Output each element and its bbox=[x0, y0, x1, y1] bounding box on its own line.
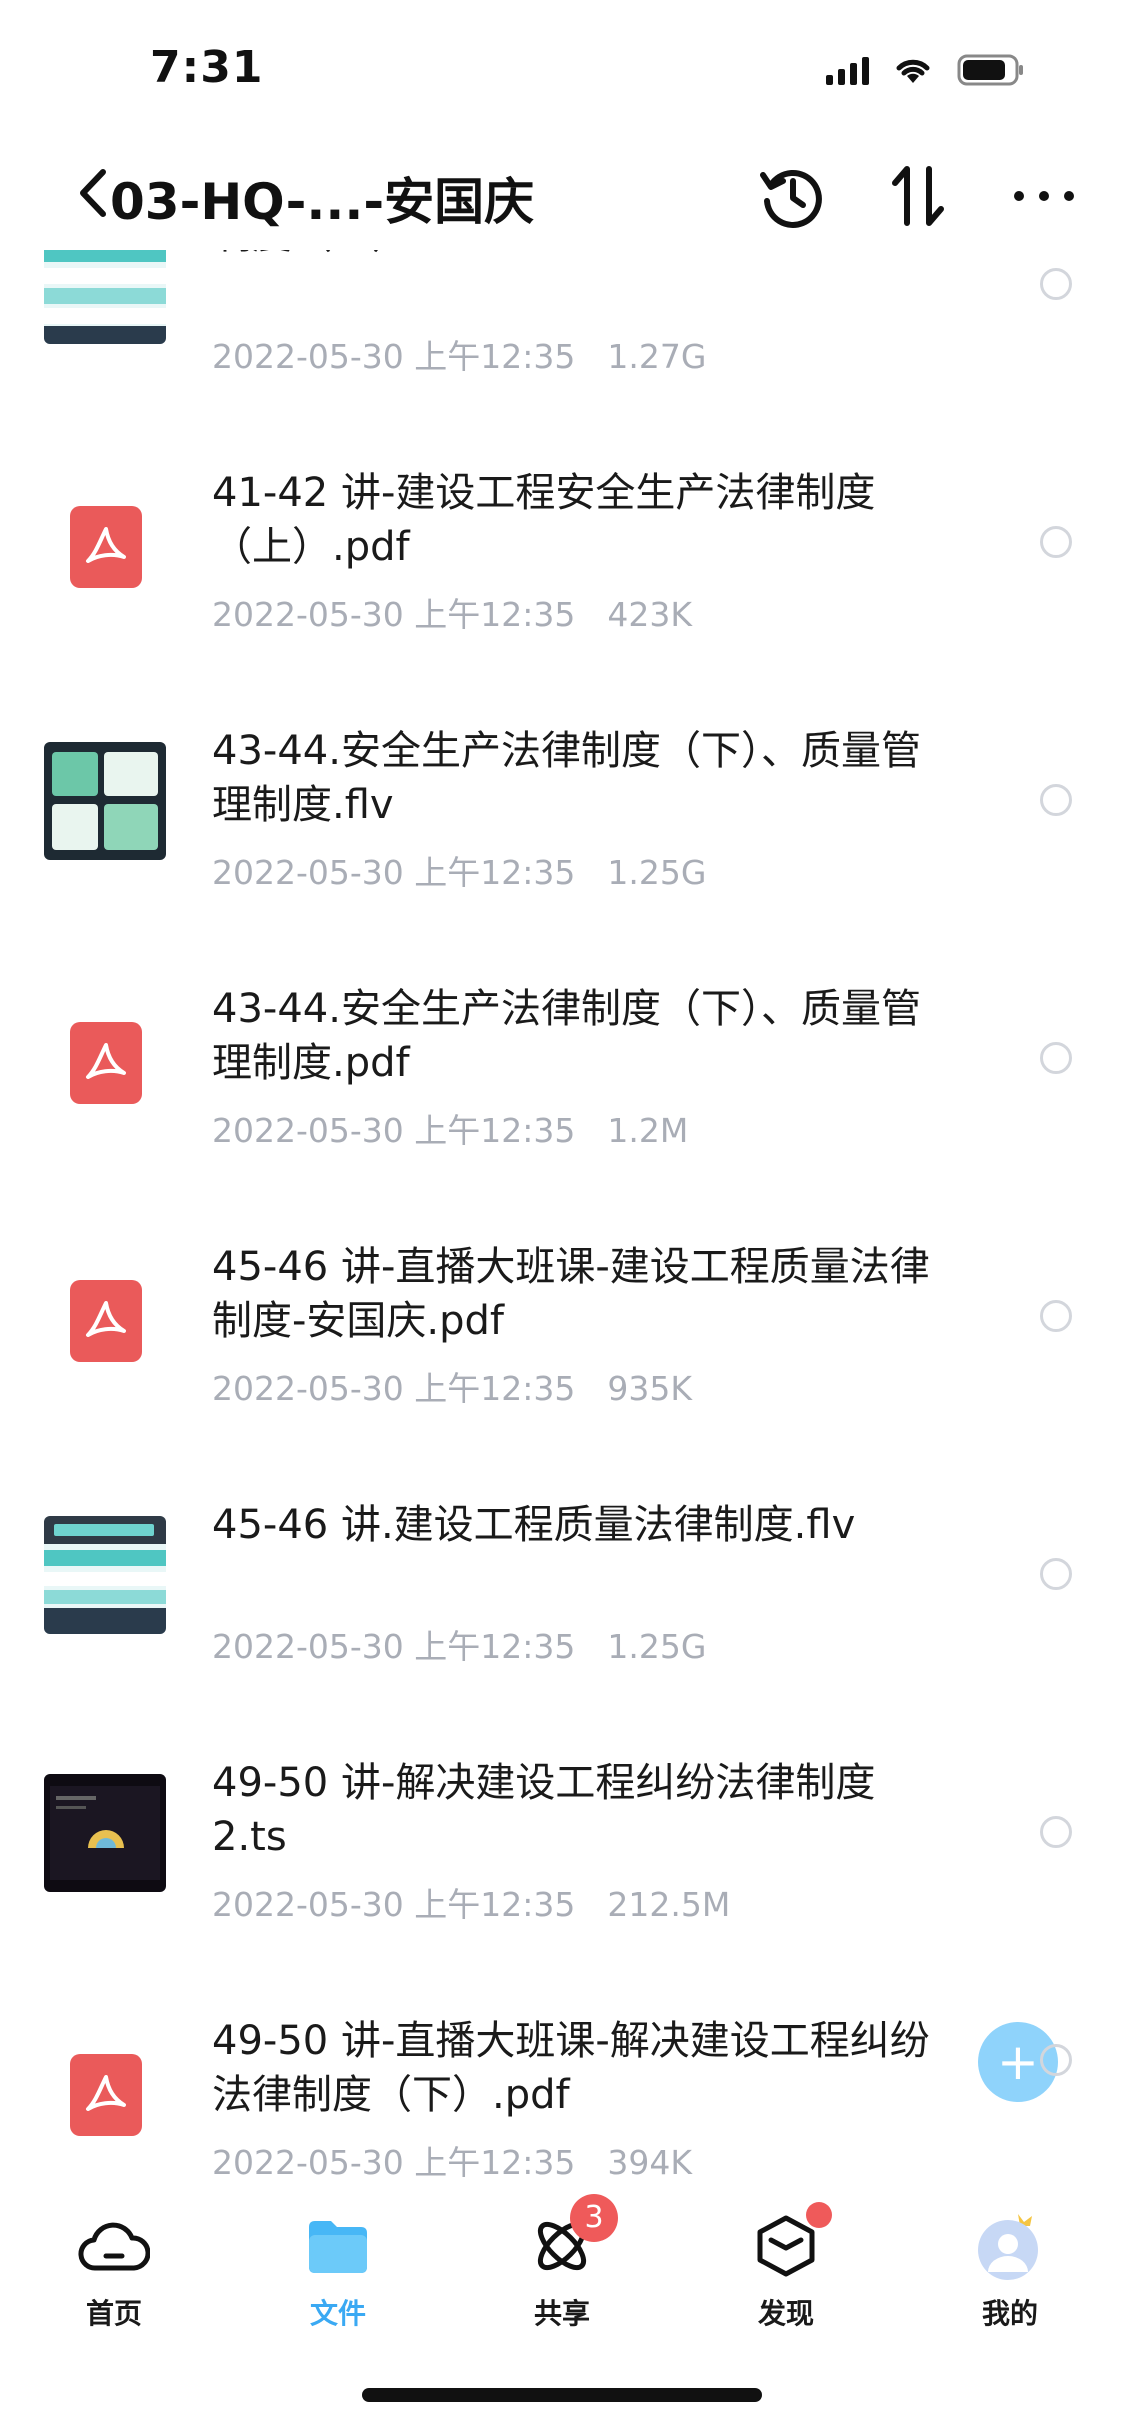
video-thumbnail bbox=[44, 250, 166, 344]
page-title: 03-HQ-...-安国庆 bbox=[110, 173, 535, 231]
file-date: 2022-05-30 上午12:35 bbox=[212, 337, 576, 376]
select-radio[interactable] bbox=[1040, 1300, 1072, 1332]
select-radio[interactable] bbox=[1040, 784, 1072, 816]
file-list-inner: 制度（上）.flv 2022-05-30 上午12:35 1.27G 41-42 … bbox=[0, 250, 1125, 2180]
file-size: 394K bbox=[607, 2143, 693, 2180]
status-icons bbox=[826, 52, 1025, 88]
plus-icon: + bbox=[997, 2033, 1039, 2091]
cellular-signal-icon bbox=[826, 55, 869, 85]
file-date: 2022-05-30 上午12:35 bbox=[212, 853, 576, 892]
tab-discover[interactable]: 发现 bbox=[706, 2202, 866, 2350]
file-date: 2022-05-30 上午12:35 bbox=[212, 1627, 576, 1666]
file-meta: 2022-05-30 上午12:35 935K bbox=[212, 1362, 692, 1410]
select-radio[interactable] bbox=[1040, 526, 1072, 558]
file-row[interactable]: 43-44.安全生产法律制度（下）、质量管理制度.pdf 2022-05-30 … bbox=[0, 914, 1125, 1172]
tab-me[interactable]: 我的 bbox=[930, 2210, 1090, 2350]
file-meta: 2022-05-30 上午12:35 212.5M bbox=[212, 1878, 730, 1926]
tab-label: 文件 bbox=[309, 2297, 366, 2330]
pdf-icon bbox=[70, 1280, 142, 1362]
file-meta: 2022-05-30 上午12:35 394K bbox=[212, 2136, 692, 2180]
cloud-icon bbox=[78, 2210, 150, 2282]
tab-home[interactable]: 首页 bbox=[34, 2210, 194, 2350]
file-date: 2022-05-30 上午12:35 bbox=[212, 1885, 576, 1924]
file-name: 43-44.安全生产法律制度（下）、质量管理制度.pdf bbox=[212, 986, 921, 1086]
home-indicator[interactable] bbox=[362, 2388, 762, 2402]
pdf-icon bbox=[70, 506, 142, 588]
more-icon[interactable] bbox=[1004, 156, 1084, 236]
pdf-icon bbox=[70, 1022, 142, 1104]
status-bar: 7:31 bbox=[0, 0, 1125, 140]
file-size: 212.5M bbox=[607, 1885, 731, 1924]
status-time: 7:31 bbox=[150, 42, 264, 93]
tab-label: 发现 bbox=[757, 2297, 814, 2330]
battery-icon bbox=[957, 54, 1023, 86]
file-name: 45-46 讲-直播大班课-建设工程质量法律制度-安国庆.pdf bbox=[212, 1244, 930, 1344]
file-date: 2022-05-30 上午12:35 bbox=[212, 1369, 576, 1408]
video-thumbnail bbox=[44, 742, 166, 860]
tab-files[interactable]: 文件 bbox=[258, 2210, 418, 2350]
file-meta: 2022-05-30 上午12:35 1.25G bbox=[212, 846, 706, 894]
file-name: 43-44.安全生产法律制度（下）、质量管理制度.flv bbox=[212, 728, 921, 828]
file-meta: 2022-05-30 上午12:35 1.2M bbox=[212, 1104, 688, 1152]
file-row[interactable]: 制度（上）.flv 2022-05-30 上午12:35 1.27G bbox=[0, 250, 1125, 398]
file-size: 1.25G bbox=[607, 1627, 707, 1666]
file-date: 2022-05-30 上午12:35 bbox=[212, 595, 576, 634]
file-row[interactable]: 43-44.安全生产法律制度（下）、质量管理制度.flv 2022-05-30 … bbox=[0, 656, 1125, 914]
video-thumbnail bbox=[44, 1774, 166, 1892]
file-meta: 2022-05-30 上午12:35 1.27G bbox=[212, 330, 706, 378]
file-date: 2022-05-30 上午12:35 bbox=[212, 1111, 576, 1150]
file-meta: 2022-05-30 上午12:35 423K bbox=[212, 588, 692, 636]
nav-header: 03-HQ-...-安国庆 bbox=[0, 140, 1125, 250]
tab-label: 共享 bbox=[533, 2297, 590, 2330]
tab-label: 首页 bbox=[85, 2297, 142, 2330]
select-radio[interactable] bbox=[1040, 2044, 1072, 2076]
screen: 7:31 03-HQ-...-安国庆 2022-05-30 上午12:35 1.… bbox=[0, 0, 1125, 2436]
tab-label: 我的 bbox=[981, 2297, 1038, 2330]
file-name: 制度（上）.flv bbox=[212, 250, 932, 262]
folder-icon bbox=[302, 2210, 374, 2282]
file-size: 1.25G bbox=[607, 853, 707, 892]
select-radio[interactable] bbox=[1040, 1816, 1072, 1848]
file-name: 49-50 讲-直播大班课-解决建设工程纠纷法律制度（下）.pdf bbox=[212, 2018, 930, 2118]
file-size: 423K bbox=[607, 595, 693, 634]
file-name: 49-50 讲-解决建设工程纠纷法律制度 2.ts bbox=[212, 1760, 876, 1860]
notification-dot bbox=[806, 2202, 832, 2228]
file-row[interactable]: 45-46 讲-直播大班课-建设工程质量法律制度-安国庆.pdf 2022-05… bbox=[0, 1172, 1125, 1430]
notification-badge: 3 bbox=[570, 2194, 618, 2242]
file-list: 制度（上）.flv 2022-05-30 上午12:35 1.27G 41-42 … bbox=[0, 250, 1125, 2180]
file-size: 1.2M bbox=[607, 1111, 689, 1150]
file-name: 41-42 讲-建设工程安全生产法律制度（上）.pdf bbox=[212, 470, 876, 570]
wifi-icon bbox=[896, 59, 930, 83]
file-size: 935K bbox=[607, 1369, 693, 1408]
file-size: 1.27G bbox=[607, 337, 707, 376]
file-row[interactable]: 45-46 讲.建设工程质量法律制度.flv 2022-05-30 上午12:3… bbox=[0, 1430, 1125, 1688]
file-row[interactable]: 49-50 讲-直播大班课-解决建设工程纠纷法律制度（下）.pdf 2022-0… bbox=[0, 1946, 1125, 2180]
avatar-icon bbox=[974, 2210, 1046, 2282]
select-radio[interactable] bbox=[1040, 1558, 1072, 1590]
file-row[interactable]: 49-50 讲-解决建设工程纠纷法律制度 2.ts 2022-05-30 上午1… bbox=[0, 1688, 1125, 1946]
select-radio[interactable] bbox=[1040, 268, 1072, 300]
file-date: 2022-05-30 上午12:35 bbox=[212, 2143, 576, 2180]
file-name: 45-46 讲.建设工程质量法律制度.flv bbox=[212, 1502, 856, 1548]
select-radio[interactable] bbox=[1040, 1042, 1072, 1074]
file-row[interactable]: 41-42 讲-建设工程安全生产法律制度（上）.pdf 2022-05-30 上… bbox=[0, 398, 1125, 656]
tab-share[interactable]: 3 共享 bbox=[482, 2194, 642, 2350]
share-orbit-icon: 3 bbox=[526, 2194, 618, 2282]
cube-icon bbox=[750, 2202, 832, 2282]
pdf-icon bbox=[70, 2054, 142, 2136]
file-meta: 2022-05-30 上午12:35 1.25G bbox=[212, 1620, 706, 1668]
sort-icon[interactable] bbox=[878, 156, 958, 236]
history-icon[interactable] bbox=[752, 156, 832, 236]
video-thumbnail bbox=[44, 1516, 166, 1634]
